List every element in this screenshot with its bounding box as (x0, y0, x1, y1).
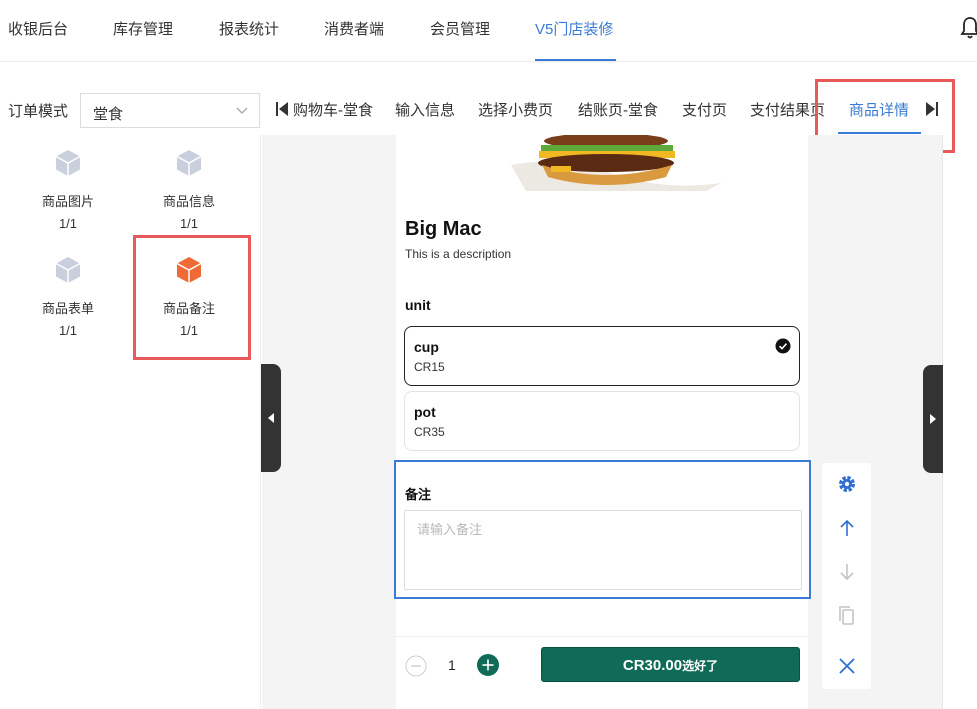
option-name: cup (414, 339, 439, 355)
product-image[interactable] (506, 135, 726, 191)
tab-input-info[interactable]: 输入信息 (395, 99, 455, 120)
order-mode-label: 订单模式 (8, 103, 69, 120)
component-item-product-info[interactable]: 商品信息 1/1 (134, 149, 244, 231)
confirm-label: 选好了 (682, 659, 719, 673)
caret-right-icon (930, 414, 936, 424)
component-name: 商品表单 (41, 301, 94, 316)
collapse-left-handle[interactable] (261, 364, 281, 472)
tab-tip-select[interactable]: 选择小费页 (478, 99, 553, 120)
nav-item-consumer[interactable]: 消费者端 (324, 18, 384, 39)
component-item-product-form[interactable]: 商品表单 1/1 (13, 256, 123, 338)
nav-item-members[interactable]: 会员管理 (430, 18, 490, 39)
close-icon[interactable] (836, 655, 858, 677)
unit-option-pot[interactable]: pot CR35 (404, 391, 800, 451)
note-input[interactable] (404, 510, 802, 590)
cube-icon (176, 150, 202, 176)
component-name: 商品信息 (162, 194, 215, 209)
minus-circle-icon[interactable] (405, 655, 427, 677)
note-component-selected[interactable]: 备注 (394, 460, 811, 599)
tab-payment[interactable]: 支付页 (682, 99, 727, 120)
note-label: 备注 (405, 487, 432, 502)
tab-scroll-prev-icon[interactable] (275, 100, 289, 118)
highlight-box-component (133, 235, 251, 360)
component-item-product-image[interactable]: 商品图片 1/1 (13, 149, 123, 231)
tab-checkout-dinein[interactable]: 结账页-堂食 (578, 99, 658, 120)
option-price: CR15 (414, 360, 445, 374)
bell-icon[interactable] (960, 16, 977, 40)
component-count: 1/1 (179, 216, 199, 231)
tab-cart-dinein[interactable]: 购物车-堂食 (293, 99, 373, 120)
gear-icon[interactable] (836, 473, 858, 495)
option-price: CR35 (414, 425, 445, 439)
nav-item-store-decoration[interactable]: V5门店装修 (535, 18, 613, 39)
check-circle-icon (775, 338, 791, 354)
quantity-value: 1 (448, 657, 456, 673)
cube-icon (55, 150, 81, 176)
nav-item-reports[interactable]: 报表统计 (219, 18, 279, 39)
component-count: 1/1 (58, 323, 78, 338)
component-count: 1/1 (58, 216, 78, 231)
plus-circle-icon[interactable] (477, 654, 499, 676)
product-description: This is a description (405, 247, 512, 261)
copy-icon[interactable] (836, 605, 858, 627)
top-nav: 收银后台 库存管理 报表统计 消费者端 会员管理 V5门店装修 (0, 0, 977, 62)
caret-left-icon (268, 413, 274, 423)
unit-label: unit (405, 297, 431, 313)
chevron-down-icon (236, 107, 248, 114)
phone-preview: Big Mac This is a description unit cup C… (396, 135, 808, 709)
confirm-amount: CR30.00 (622, 657, 683, 674)
product-title: Big Mac (405, 218, 482, 240)
order-mode-select[interactable]: 堂食 (80, 93, 260, 128)
tab-payment-result[interactable]: 支付结果页 (750, 99, 825, 120)
bottom-bar: 1 CR30.00选好了 (396, 636, 808, 709)
arrow-down-icon[interactable] (836, 561, 858, 583)
component-panel: 商品图片 1/1 商品信息 1/1 商品表单 1/1 商品备注 1/1 (0, 135, 261, 709)
component-toolbar (822, 463, 871, 689)
arrow-up-icon[interactable] (836, 517, 858, 539)
order-mode-value: 堂食 (93, 106, 124, 123)
cube-icon (55, 257, 81, 283)
confirm-button[interactable]: CR30.00选好了 (541, 647, 800, 682)
unit-option-cup[interactable]: cup CR15 (404, 326, 800, 386)
collapse-right-handle[interactable] (923, 365, 943, 473)
option-name: pot (414, 404, 436, 420)
nav-active-underline (535, 59, 616, 61)
component-name: 商品图片 (41, 194, 94, 209)
nav-item-cashier[interactable]: 收银后台 (8, 18, 68, 39)
nav-item-inventory[interactable]: 库存管理 (113, 18, 173, 39)
